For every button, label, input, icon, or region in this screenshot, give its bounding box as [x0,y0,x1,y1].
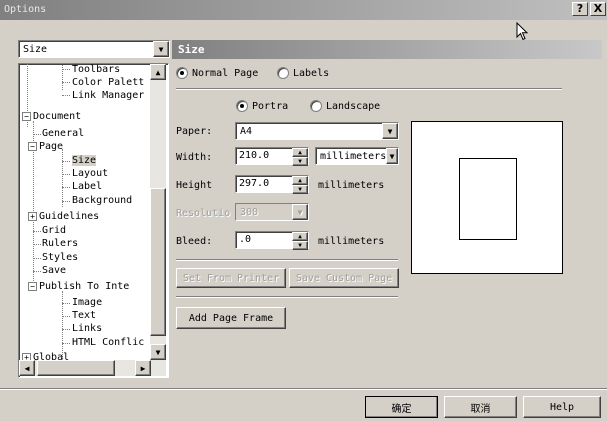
bleed-label: Bleed: [176,236,213,247]
tree-item-guidelines[interactable]: + Guidelines [28,210,99,223]
tree-item-publish[interactable]: − Publish To Inte [28,280,129,293]
tree-item-html-conflict[interactable]: HTML Conflic [72,336,144,349]
collapse-icon[interactable]: − [28,281,37,291]
spin-down-icon[interactable]: ▼ [292,157,308,166]
horizontal-scroll-thumb[interactable] [37,360,115,376]
close-title-button[interactable]: X [590,2,606,16]
expand-icon[interactable]: + [28,211,37,221]
divider [0,388,607,390]
paper-select[interactable]: A4 ▼ [235,122,399,140]
height-value[interactable]: 297.0 [236,176,292,192]
spin-up-icon[interactable]: ▲ [292,232,308,241]
tree-item-styles[interactable]: Styles [42,251,78,264]
normal-page-radio[interactable]: Normal Page [176,67,258,79]
category-select-value: Size [23,43,48,55]
spin-down-icon[interactable]: ▼ [292,241,308,250]
resolution-select: 300 ▼ [235,203,309,221]
spin-up-icon[interactable]: ▲ [292,148,308,157]
scroll-left-arrow-icon[interactable]: ◀ [19,360,35,376]
spin-up-icon[interactable]: ▲ [292,176,308,185]
bleed-units: millimeters [318,236,385,247]
tree-item-grid[interactable]: Grid [42,224,66,237]
normal-page-label: Normal Page [192,67,259,79]
tree-item-general[interactable]: General [42,127,84,140]
width-label: Width: [176,152,213,163]
scroll-up-arrow-icon[interactable]: ▲ [150,64,166,80]
height-spinner[interactable]: 297.0 ▲ ▼ [235,175,309,194]
resolution-label: Resolutio [176,208,231,219]
collapse-icon[interactable]: − [28,141,37,151]
bleed-value[interactable]: .0 [236,232,292,248]
tree-item-text[interactable]: Text [72,309,96,322]
tree-item-size[interactable]: Size [72,154,97,167]
tree-item-document[interactable]: − Document [22,110,81,123]
help-title-button[interactable]: ? [572,2,588,16]
resolution-value: 300 [240,206,259,218]
tree-item-label[interactable]: Label [72,180,102,193]
portrait-label: Portra [252,100,289,112]
category-select[interactable]: Size ▼ [18,40,170,58]
tree-item-image[interactable]: Image [72,296,102,309]
tree-item-page[interactable]: − Page [28,140,63,153]
options-tree: Toolbars Color Palett Link Manager − Docu… [18,63,171,378]
units-select-value: millimeters [320,150,386,162]
height-label: Height [176,180,213,191]
mouse-cursor-icon [516,22,529,41]
tree-item-color-palette[interactable]: Color Palett [72,76,144,89]
help-button[interactable]: Help [523,396,601,418]
tree-vertical-scrollbar[interactable]: ▲ ▼ [150,64,166,360]
paper-label: Paper: [176,126,213,137]
divider [176,259,398,261]
labels-label: Labels [293,67,330,79]
window-title: Options [4,4,47,15]
divider [176,296,398,298]
chevron-down-icon: ▼ [292,204,308,220]
paper-select-value: A4 [240,125,253,137]
scroll-down-arrow-icon[interactable]: ▼ [150,344,166,360]
width-spinner[interactable]: 210.0 ▲ ▼ [235,147,309,166]
tree-item-links[interactable]: Links [72,322,102,335]
section-title: Size [172,40,602,59]
units-select[interactable]: millimeters ▼ [315,147,399,165]
tree-item-rulers[interactable]: Rulers [42,237,78,250]
tree-item-save[interactable]: Save [42,264,66,277]
chevron-down-icon[interactable]: ▼ [382,123,398,139]
labels-radio[interactable]: Labels [277,67,329,79]
landscape-radio[interactable]: Landscape [310,100,380,112]
ok-button[interactable]: 确定 [365,396,438,418]
cancel-button[interactable]: 取消 [444,396,517,418]
scroll-right-arrow-icon[interactable]: ▶ [135,360,151,376]
tree-horizontal-scrollbar[interactable]: ◀ ▶ [19,360,166,376]
bleed-spinner[interactable]: .0 ▲ ▼ [235,231,309,250]
page-preview-sheet [459,158,517,240]
chevron-down-icon[interactable]: ▼ [386,148,398,164]
spin-down-icon[interactable]: ▼ [292,185,308,194]
width-value[interactable]: 210.0 [236,148,292,164]
chevron-down-icon[interactable]: ▼ [153,41,169,57]
tree-item-link-manager[interactable]: Link Manager [72,89,144,102]
portrait-radio[interactable]: Portra [236,100,288,112]
set-from-printer-button[interactable]: Set From Printer [176,268,286,288]
divider [176,88,562,90]
landscape-label: Landscape [326,100,381,112]
vertical-scroll-thumb[interactable] [150,188,166,336]
height-units: millimeters [318,180,385,191]
title-bar: Options ? X [0,0,607,20]
add-page-frame-button[interactable]: Add Page Frame [176,307,286,329]
collapse-icon[interactable]: − [22,111,31,121]
page-preview [411,121,563,274]
tree-item-toolbars[interactable]: Toolbars [72,63,120,76]
tree-item-background[interactable]: Background [72,194,132,207]
tree-item-layout[interactable]: Layout [72,167,108,180]
save-custom-page-button[interactable]: Save Custom Page [289,268,399,288]
